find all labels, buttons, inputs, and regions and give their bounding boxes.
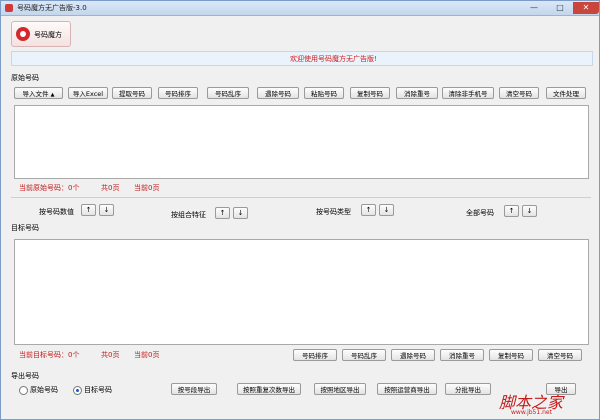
- minimize-button[interactable]: —: [521, 2, 547, 14]
- target-numbers-textarea[interactable]: [14, 239, 589, 345]
- sort-combo-desc-button[interactable]: ↓: [233, 207, 248, 219]
- target-page-current: 当前0页: [134, 351, 160, 359]
- source-page-total: 共0页: [101, 184, 120, 192]
- app-icon: [5, 4, 13, 12]
- sort-type-asc-button[interactable]: ↑: [361, 204, 376, 216]
- target-clear-button[interactable]: 清空号码: [538, 349, 582, 361]
- dropdown-arrow-icon: ▲: [50, 92, 55, 98]
- sort-value-asc-button[interactable]: ↑: [81, 204, 96, 216]
- window-title: 号码魔方无广告版-3.0: [17, 4, 87, 12]
- sort-value-desc-button[interactable]: ↓: [99, 204, 114, 216]
- dedupe-button[interactable]: 消除重号: [396, 87, 438, 99]
- sort-all-asc-button[interactable]: ↑: [504, 205, 519, 217]
- sort-combo-asc-button[interactable]: ↑: [215, 207, 230, 219]
- target-label: 目标号码: [11, 224, 39, 232]
- source-label: 原始号码: [11, 74, 39, 82]
- extract-numbers-button[interactable]: 提取号码: [112, 87, 152, 99]
- watermark-url: www.jb51.net: [511, 409, 552, 416]
- clear-non-mobile-button[interactable]: 清除非手机号: [442, 87, 494, 99]
- export-by-region-button[interactable]: 按照地区导出: [314, 383, 366, 395]
- source-count: 当前原始号码：0个: [19, 184, 80, 192]
- target-count: 当前目标号码：0个: [19, 351, 80, 359]
- title-bar: 号码魔方无广告版-3.0 — □ ✕: [1, 1, 599, 16]
- target-shuffle-button[interactable]: 号码乱序: [342, 349, 386, 361]
- shuffle-numbers-button[interactable]: 号码乱序: [207, 87, 249, 99]
- source-page-current: 当前0页: [134, 184, 160, 192]
- sort-type-desc-button[interactable]: ↓: [379, 204, 394, 216]
- main-window: 号码魔方无广告版-3.0 — □ ✕ 号码魔方 欢迎使用号码魔方无广告版! 原始…: [0, 0, 600, 420]
- file-process-button[interactable]: 文件处理: [546, 87, 586, 99]
- target-copy-button[interactable]: 复制号码: [489, 349, 533, 361]
- batch-export-button[interactable]: 分批导出: [445, 383, 491, 395]
- remove-numbers-button[interactable]: 遇除号码: [257, 87, 299, 99]
- import-file-label: 导入文件: [22, 90, 49, 98]
- brand-name: 号码魔方: [34, 31, 62, 39]
- target-dedupe-button[interactable]: 消除重号: [440, 349, 484, 361]
- export-source-radio[interactable]: [19, 386, 28, 395]
- import-excel-button[interactable]: 导入Excel: [68, 87, 108, 99]
- target-sort-button[interactable]: 号码排序: [293, 349, 337, 361]
- sort-by-value-label: 按号码数值: [39, 208, 74, 216]
- export-by-carrier-button[interactable]: 按照运营商导出: [377, 383, 437, 395]
- copy-numbers-button[interactable]: 复制号码: [350, 87, 390, 99]
- target-remove-button[interactable]: 遇除号码: [391, 349, 435, 361]
- export-target-label: 目标号码: [84, 386, 112, 394]
- sort-by-combo-label: 按组合特征: [171, 211, 206, 219]
- source-numbers-textarea[interactable]: [14, 105, 589, 179]
- export-source-label: 原始号码: [30, 386, 58, 394]
- logo-icon: [16, 27, 30, 41]
- sort-all-label: 全部号码: [466, 209, 494, 217]
- sort-numbers-button[interactable]: 号码排序: [158, 87, 198, 99]
- target-page-total: 共0页: [101, 351, 120, 359]
- export-target-radio[interactable]: [73, 386, 82, 395]
- import-file-button[interactable]: 导入文件 ▲: [14, 87, 63, 99]
- welcome-banner: 欢迎使用号码魔方无广告版!: [11, 51, 593, 66]
- maximize-button[interactable]: □: [547, 2, 573, 14]
- sort-by-type-label: 按号码类型: [316, 208, 351, 216]
- welcome-text: 欢迎使用号码魔方无广告版!: [290, 55, 377, 63]
- sort-divider: [11, 197, 591, 198]
- export-by-segment-button[interactable]: 按号段导出: [171, 383, 217, 395]
- export-by-repeat-button[interactable]: 按照重复次数导出: [237, 383, 301, 395]
- clear-numbers-button[interactable]: 清空号码: [499, 87, 539, 99]
- brand-tab[interactable]: 号码魔方: [11, 21, 71, 47]
- sort-all-desc-button[interactable]: ↓: [522, 205, 537, 217]
- paste-numbers-button[interactable]: 粘贴号码: [304, 87, 344, 99]
- close-button[interactable]: ✕: [573, 2, 599, 14]
- export-label: 导出号码: [11, 372, 39, 380]
